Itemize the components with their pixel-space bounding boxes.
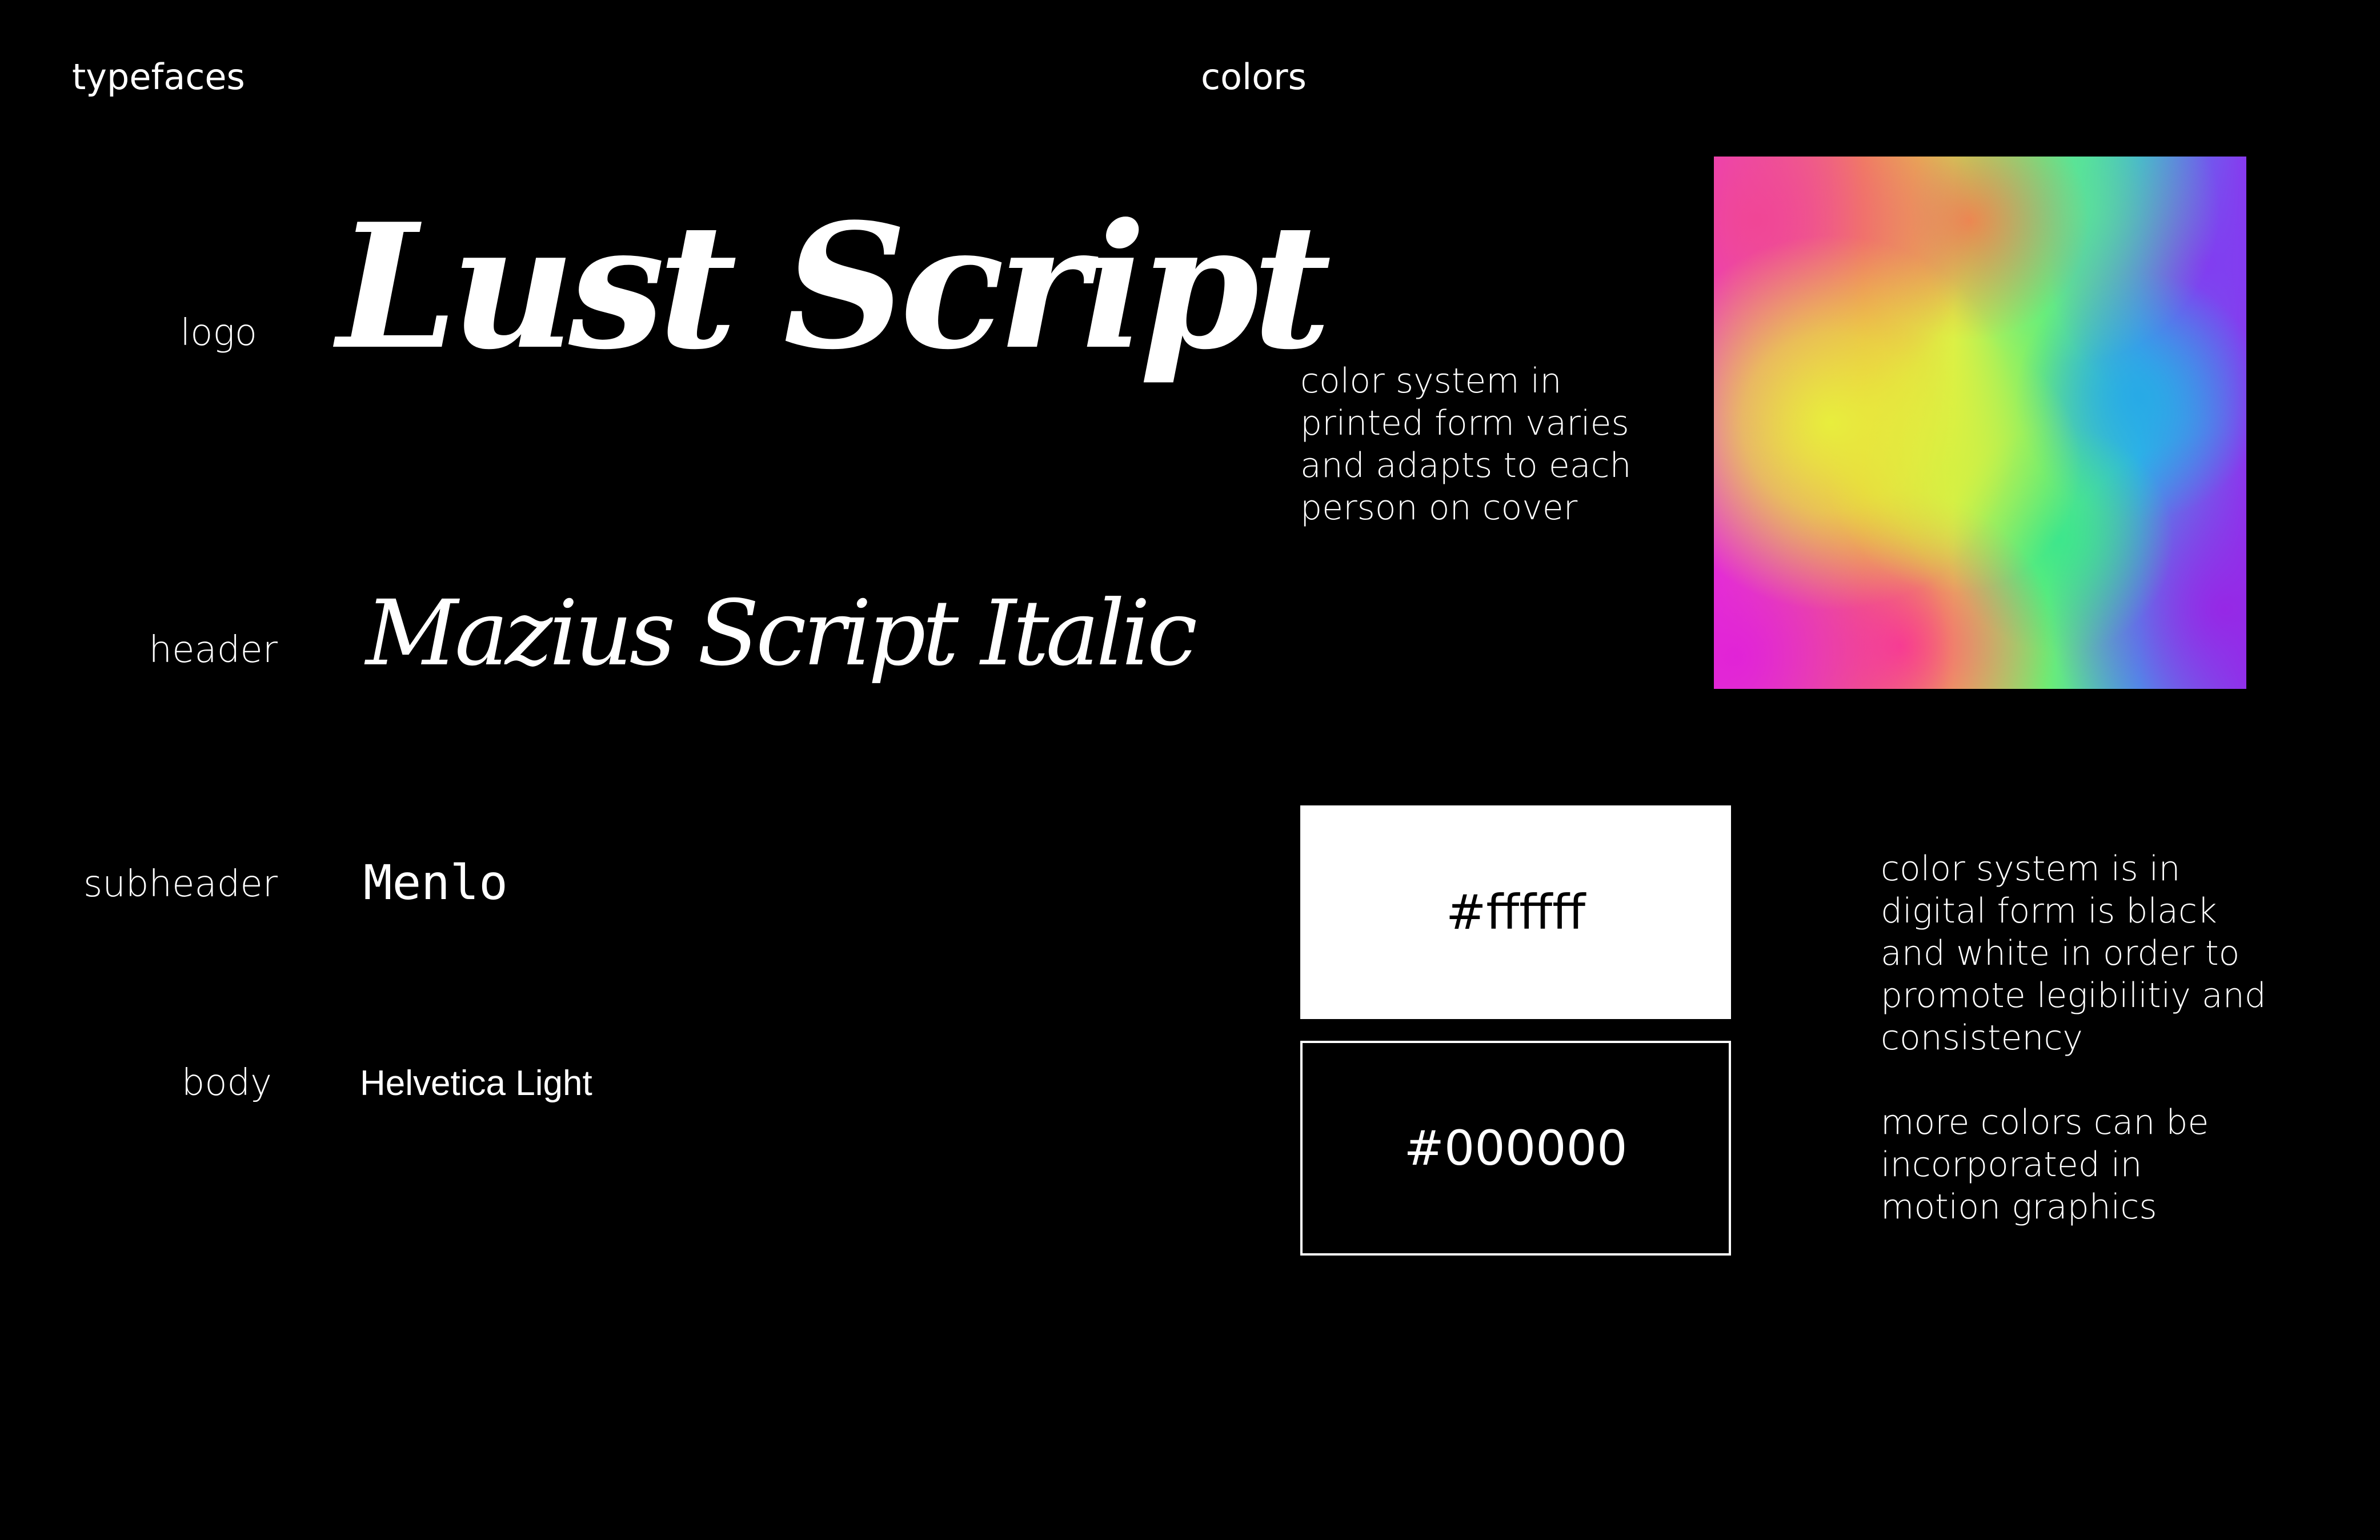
typefaces-section-title: typefaces [72, 56, 245, 98]
subheader-role-label: subheader [83, 863, 278, 905]
header-typeface-sample: Mazius Script Italic [366, 581, 1197, 686]
logo-role-label: logo [180, 312, 258, 354]
motion-colors-note: more colors can be incorporated in motio… [1881, 1102, 2209, 1227]
black-color-swatch: #000000 [1300, 1041, 1731, 1256]
printed-color-description: color system in printed form varies and … [1300, 361, 1632, 528]
body-typeface-sample: Helvetica Light [360, 1064, 592, 1103]
white-hex-label: #ffffff [1445, 884, 1585, 940]
printed-gradient-swatch [1714, 157, 2246, 689]
subheader-typeface-sample: Menlo [363, 855, 508, 911]
logo-typeface-sample: Lust Script [337, 186, 1332, 387]
header-role-label: header [149, 629, 278, 671]
digital-color-description: color system is in digital form is black… [1881, 849, 2266, 1058]
colors-section-title: colors [1201, 56, 1307, 98]
white-color-swatch: #ffffff [1300, 805, 1731, 1019]
body-role-label: body [181, 1062, 272, 1104]
black-hex-label: #000000 [1404, 1120, 1628, 1176]
